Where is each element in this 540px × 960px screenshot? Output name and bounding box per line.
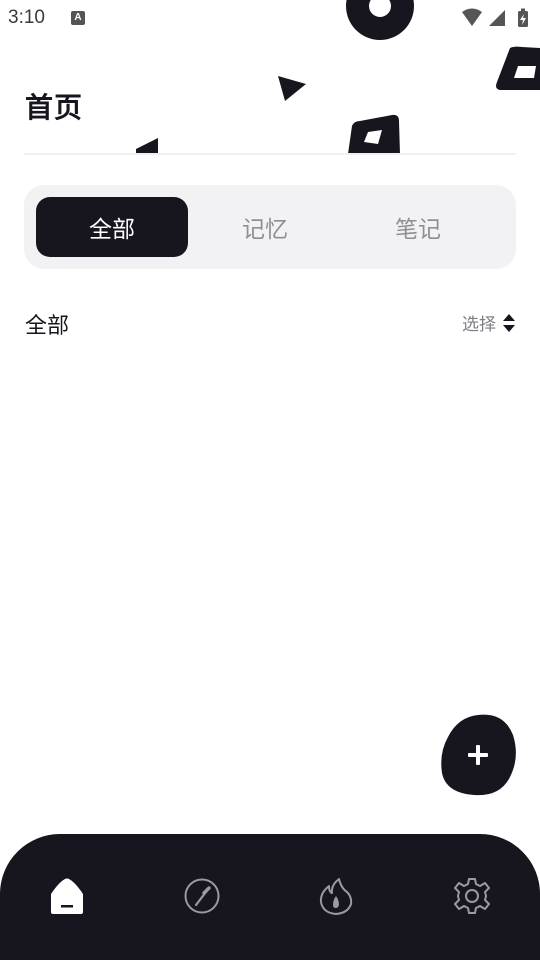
select-label: 选择: [462, 315, 496, 335]
page-title: 首页: [25, 91, 84, 124]
add-button[interactable]: [440, 713, 518, 797]
status-time: 3:10: [8, 7, 45, 28]
section-title: 全部: [25, 314, 70, 339]
header-divider: [24, 153, 516, 155]
app-screen: 3:10 A 首页 全部 记忆 笔记 全部 选择: [0, 0, 540, 960]
decorative-wedge-shape: [136, 138, 158, 154]
decorative-triangle-shape: [278, 76, 306, 101]
decorative-block-shape: [348, 114, 400, 154]
decorative-corner-shape: [496, 46, 540, 90]
nav-home[interactable]: [47, 876, 87, 916]
flame-icon: [319, 878, 353, 915]
tab-notes[interactable]: 笔记: [342, 197, 494, 257]
status-bar: 3:10 A: [0, 0, 540, 38]
nav-explore[interactable]: [182, 876, 222, 916]
tab-all[interactable]: 全部: [36, 197, 188, 257]
status-icons: [460, 7, 532, 27]
nav-hot[interactable]: [316, 876, 356, 916]
tab-memory[interactable]: 记忆: [189, 197, 341, 257]
compass-icon: [184, 878, 220, 914]
bottom-nav: [0, 834, 540, 960]
nav-settings[interactable]: [452, 876, 492, 916]
home-icon: [51, 878, 83, 914]
notification-icon: A: [71, 11, 85, 25]
sort-arrows-icon: [503, 313, 515, 332]
decorative-ring-shape: [346, 0, 414, 40]
gear-icon: [454, 878, 490, 914]
wifi-icon: [462, 8, 482, 26]
battery-icon: [518, 8, 528, 27]
select-button[interactable]: 选择: [462, 310, 516, 335]
category-tabs: 全部 记忆 笔记: [24, 185, 516, 269]
signal-icon: [489, 10, 505, 26]
